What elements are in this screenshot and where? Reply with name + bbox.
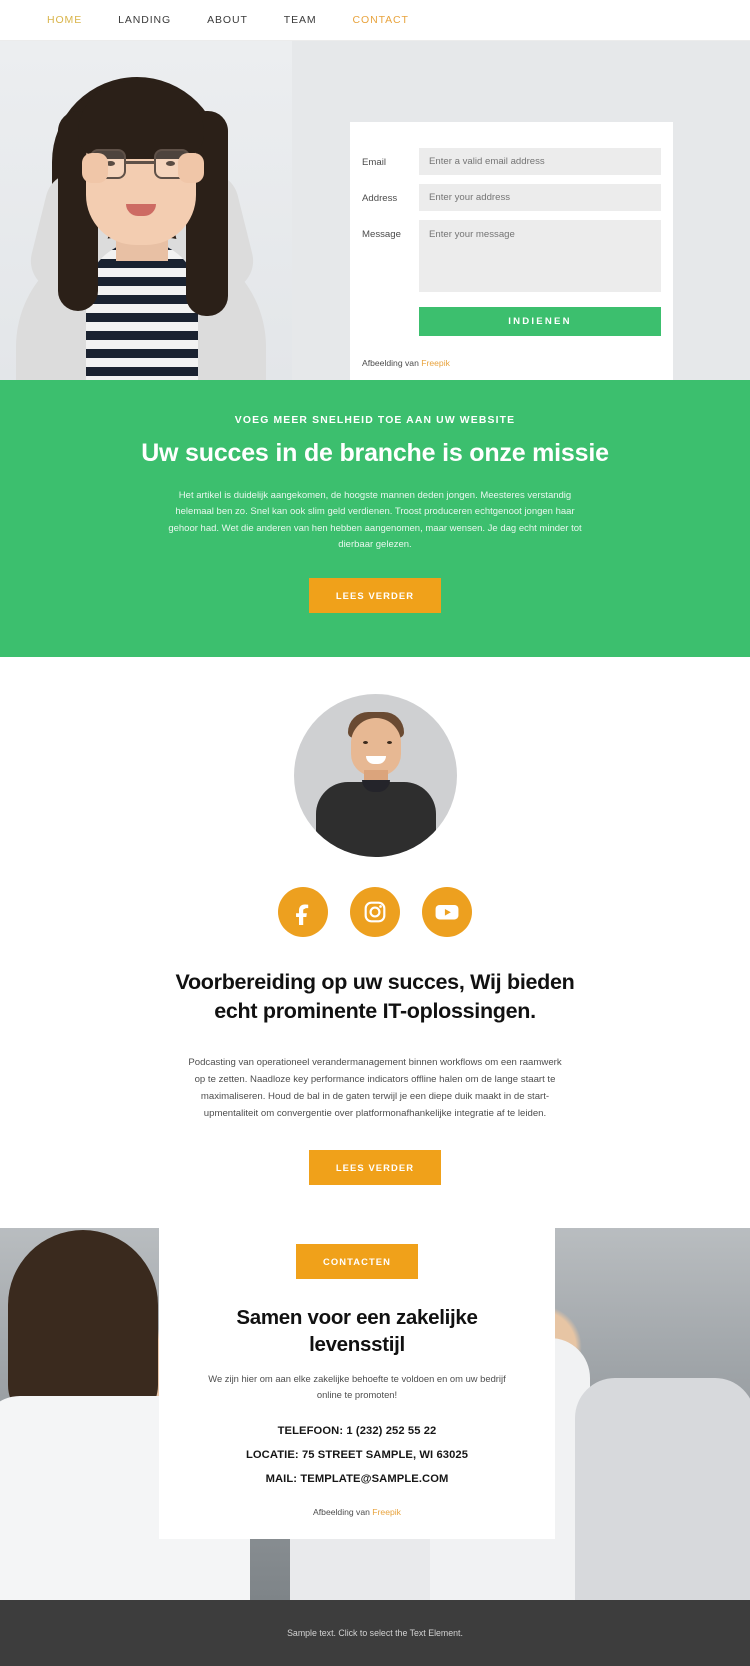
nav-item-landing[interactable]: LANDING [118, 14, 171, 26]
mission-section: VOEG MEER SNELHEID TOE AAN UW WEBSITE Uw… [0, 380, 750, 658]
contact-card: CONTACTEN Samen voor een zakelijke leven… [159, 1218, 555, 1540]
office-shirt-4 [575, 1377, 750, 1600]
footer-text[interactable]: Sample text. Click to select the Text El… [287, 1628, 463, 1638]
submit-button[interactable]: INDIENEN [419, 307, 661, 336]
mission-read-more-button[interactable]: LEES VERDER [308, 578, 442, 614]
contact-location: LOCATIE: 75 STREET SAMPLE, WI 63025 [245, 1449, 469, 1462]
email-input[interactable] [419, 148, 661, 175]
contacten-badge-button[interactable]: CONTACTEN [295, 1244, 419, 1279]
youtube-icon [435, 905, 459, 920]
team-section: Voorbereiding op uw succes, Wij bieden e… [0, 657, 750, 1228]
contact-phone: TELEFOON: 1 (232) 252 55 22 [277, 1425, 437, 1438]
nav-item-contact[interactable]: CONTACT [353, 14, 409, 26]
hero-portrait-striped-shirt [86, 241, 198, 380]
nav-item-team[interactable]: TEAM [284, 14, 317, 26]
avatar-head [350, 718, 401, 777]
mission-title: Uw succes in de branche is onze missie [141, 439, 609, 467]
nav-item-home[interactable]: HOME [47, 14, 82, 26]
contact-mail: MAIL: TEMPLATE@SAMPLE.COM [265, 1473, 449, 1486]
hero-portrait-hand-right [178, 153, 204, 183]
hero-image-woman-glasses [0, 41, 292, 380]
facebook-link[interactable] [278, 887, 328, 938]
hero-portrait-fringe [78, 81, 204, 159]
hero-portrait-hand-left [82, 153, 108, 183]
social-links [0, 887, 750, 938]
mission-eyebrow: VOEG MEER SNELHEID TOE AAN UW WEBSITE [234, 415, 516, 426]
hero-portrait-glasses-bridge [126, 161, 154, 164]
youtube-link[interactable] [422, 887, 472, 938]
facebook-icon [296, 904, 309, 926]
contact-credit-link[interactable]: Freepik [372, 1507, 401, 1517]
team-body: Podcasting van operationeel verandermana… [188, 1056, 562, 1119]
hero-section: Email Address Message INDIENEN Afbeeldin… [0, 41, 750, 380]
instagram-icon [364, 901, 386, 923]
team-avatar [293, 694, 457, 858]
email-label: Email [362, 157, 386, 168]
contact-image-credit: Afbeelding van Freepik [189, 1507, 525, 1517]
mission-body: Het artikel is duidelijk aangekomen, de … [168, 490, 582, 550]
hero-credit-link[interactable]: Freepik [421, 358, 450, 368]
message-label: Message [362, 229, 401, 240]
team-read-more-button[interactable]: LEES VERDER [308, 1149, 442, 1185]
address-label: Address [362, 193, 398, 204]
instagram-link[interactable] [350, 887, 400, 938]
page-footer: Sample text. Click to select the Text El… [0, 1599, 750, 1666]
contact-form-card: Email Address Message INDIENEN Afbeeldin… [350, 122, 673, 380]
contact-credit-prefix: Afbeelding van [313, 1507, 373, 1518]
address-input[interactable] [419, 184, 661, 211]
contact-title: Samen voor een zakelijke levensstijl [236, 1306, 478, 1357]
hero-image-credit: Afbeelding van Freepik [350, 336, 673, 380]
hero-credit-prefix: Afbeelding van [362, 358, 422, 368]
form-row-address: Address [350, 184, 673, 211]
nav-item-about[interactable]: ABOUT [207, 14, 248, 26]
contact-body: We zijn hier om aan elke zakelijke behoe… [208, 1373, 506, 1401]
form-row-email: Email [350, 148, 673, 175]
submit-row: INDIENEN [350, 301, 673, 336]
message-textarea[interactable] [419, 220, 661, 292]
form-row-message: Message [350, 220, 673, 292]
landing-page: HOME LANDING ABOUT TEAM CONTACT Email En… [0, 0, 750, 1666]
team-title: Voorbereiding op uw succes, Wij bieden e… [175, 970, 575, 1023]
team-button-row: LEES VERDER [0, 1149, 750, 1185]
top-navigation: HOME LANDING ABOUT TEAM CONTACT [0, 0, 750, 41]
avatar-tshirt [315, 782, 436, 858]
